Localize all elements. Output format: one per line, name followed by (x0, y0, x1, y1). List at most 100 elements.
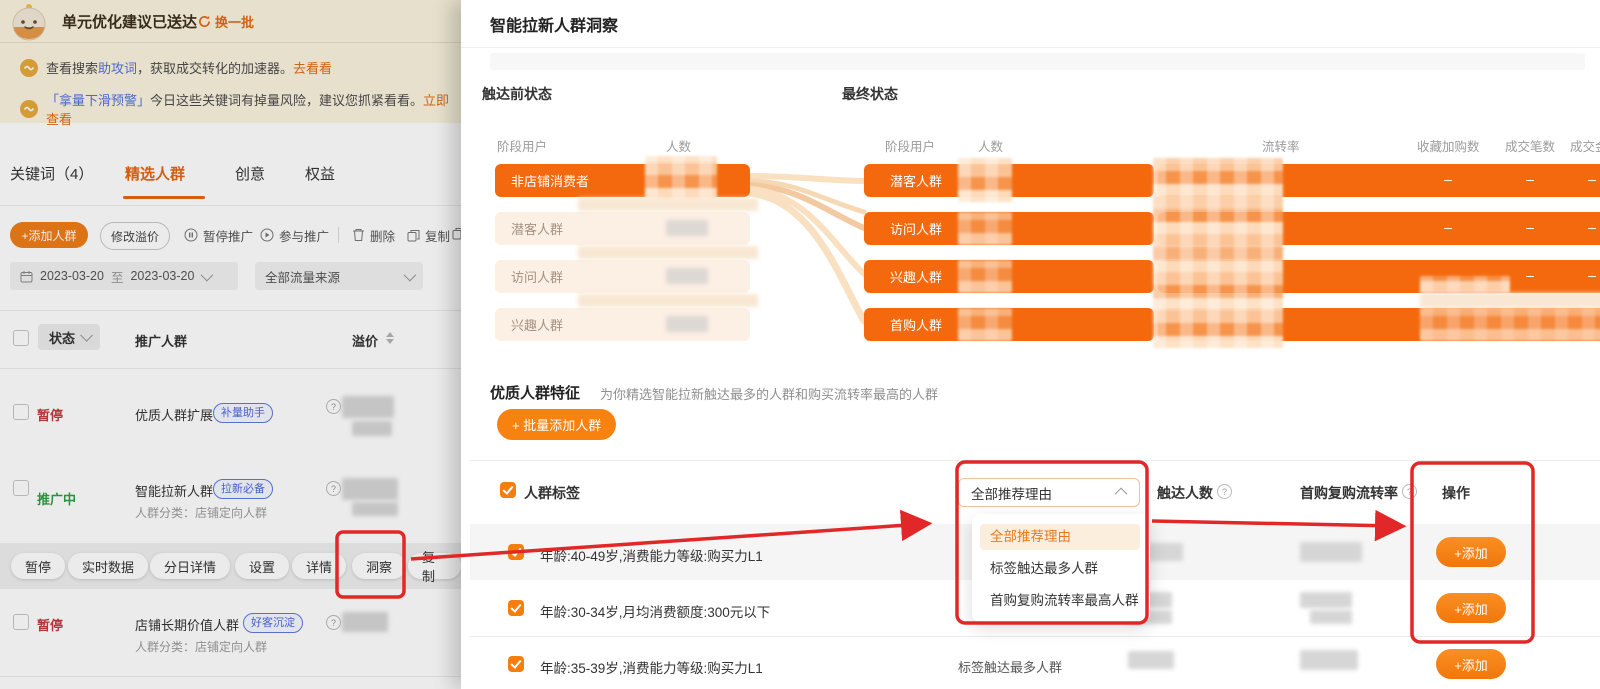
audience-tag: 年龄:35-39岁,消费能力等级:购买力L1 (540, 657, 763, 677)
add-audience-row-button[interactable]: +添加 (1436, 537, 1506, 567)
metric-dash: – (1588, 267, 1596, 283)
tab-audience[interactable]: 精选人群 (125, 163, 185, 184)
trash-icon (352, 228, 365, 242)
chevron-up-icon (1115, 488, 1128, 501)
redacted-count (958, 212, 1012, 245)
row-checkbox[interactable] (508, 656, 524, 672)
redacted-count (666, 268, 708, 284)
modify-premium-button[interactable]: 修改溢价 (100, 222, 170, 250)
help-icon[interactable]: ? (326, 481, 341, 496)
row-checkbox[interactable] (508, 544, 524, 560)
status-filter[interactable]: 状态 (38, 324, 100, 350)
join-promo-button[interactable]: 参与推广 (260, 222, 329, 248)
stage-bar-visit[interactable]: 访问人群 (495, 260, 750, 293)
go-see-link[interactable]: 去看看 (293, 61, 332, 76)
warning-link[interactable]: 「拿量下滑预警」 (46, 93, 150, 108)
keyword-link[interactable]: 助攻词 (98, 61, 137, 76)
dropdown-option-highest-conv[interactable]: 首购复购流转率最高人群 (980, 588, 1140, 614)
sort-icon[interactable] (386, 332, 394, 344)
metric-dash: – (1444, 219, 1452, 235)
copy-button[interactable]: 复制 (407, 222, 450, 248)
action-realtime[interactable]: 实时数据 (68, 553, 148, 579)
redacted-flow (578, 246, 758, 259)
redacted-value (1300, 650, 1358, 670)
row-checkbox[interactable] (13, 614, 29, 630)
add-audience-button[interactable]: +添加人群 (10, 222, 88, 248)
campaign-panel: 单元优化建议已送达 换一批 查看搜索助攻词，获取成交转化的加速器。去看看 (0, 0, 461, 689)
help-icon[interactable]: ? (326, 615, 341, 630)
redacted-value (1310, 610, 1352, 624)
redacted-metric (1420, 276, 1510, 293)
row-checkbox[interactable] (13, 404, 29, 420)
help-icon[interactable]: ? (1217, 484, 1232, 499)
refresh-batch-button[interactable]: 换一批 (198, 12, 254, 31)
action-pause[interactable]: 暂停 (11, 553, 65, 579)
redacted-value (342, 396, 394, 418)
pause-circle-icon (184, 228, 198, 242)
select-all-checkbox[interactable] (500, 482, 516, 498)
audience-name[interactable]: 店铺长期价值人群 (135, 615, 239, 634)
row-checkbox[interactable] (13, 480, 29, 496)
redacted-value (342, 612, 388, 632)
tab-creative[interactable]: 创意 (235, 163, 265, 184)
divider (338, 227, 339, 243)
divider (0, 310, 461, 311)
redacted-value (1300, 542, 1362, 562)
row-checkbox[interactable] (508, 600, 524, 616)
redacted-value (1300, 592, 1352, 608)
help-icon[interactable]: ? (1402, 484, 1417, 499)
suggestion-card: 单元优化建议已送达 换一批 查看搜索助攻词，获取成交转化的加速器。去看看 (0, 0, 461, 123)
batch-add-button[interactable]: + 批量添加人群 (497, 409, 616, 440)
divider (470, 460, 1600, 461)
tab-keywords[interactable]: 关键词（4） (10, 163, 93, 184)
pause-promo-button[interactable]: 暂停推广 (184, 222, 253, 248)
audience-name[interactable]: 优质人群扩展 (135, 405, 213, 424)
metric-dash: – (1444, 171, 1452, 187)
redacted-count (666, 316, 708, 332)
features-subtitle: 为你精选智能拉新触达最多的人群和购买流转率最高的人群 (600, 384, 938, 403)
divider (470, 636, 1600, 637)
tab-benefits[interactable]: 权益 (305, 163, 335, 184)
action-settings[interactable]: 设置 (235, 553, 289, 579)
action-insight[interactable]: 洞察 (352, 553, 406, 579)
redacted-count (958, 158, 1012, 202)
copy-icon (407, 229, 420, 242)
status-badge: 推广中 (37, 489, 76, 508)
play-circle-icon (260, 228, 274, 242)
redacted-flow (578, 294, 758, 307)
feature-badge: 补量助手 (213, 403, 273, 423)
chat-icon (20, 59, 38, 77)
add-audience-row-button[interactable]: +添加 (1436, 649, 1506, 679)
status-badge: 暂停 (37, 405, 63, 424)
column-header-premium[interactable]: 溢价 (352, 331, 378, 350)
action-copy[interactable]: 复制 (408, 553, 461, 579)
stage-bar-interest[interactable]: 兴趣人群 (495, 308, 750, 341)
dropdown-option-all[interactable]: 全部推荐理由 (980, 524, 1140, 550)
action-daily[interactable]: 分日详情 (150, 553, 230, 579)
traffic-source-select[interactable]: 全部流量来源 (255, 262, 423, 290)
date-range-picker[interactable]: 2023-03-20 至 2023-03-20 (10, 262, 238, 290)
col-audience-tag: 人群标签 (524, 483, 580, 503)
add-audience-row-button[interactable]: +添加 (1436, 593, 1506, 623)
dropdown-option-most-reached[interactable]: 标签触达最多人群 (980, 556, 1140, 582)
action-details[interactable]: 详情 (292, 553, 346, 579)
audience-name[interactable]: 智能拉新人群 (135, 481, 213, 500)
help-icon[interactable]: ? (326, 399, 341, 414)
reason-filter-select[interactable]: 全部推荐理由 (958, 478, 1140, 507)
chat-icon (20, 100, 38, 118)
redacted-value (1128, 651, 1174, 669)
insight-drawer: 智能拉新人群洞察 触达前状态 最终状态 阶段用户 人数 阶段用户 人数 流转率 … (461, 0, 1600, 689)
column-header-audience: 推广人群 (135, 331, 187, 350)
metric-dash: – (1526, 267, 1534, 283)
stage-bar-potential[interactable]: 潜客人群 (495, 212, 750, 245)
redacted-metric (1420, 308, 1600, 341)
chevron-down-icon (404, 268, 417, 281)
calendar-icon (20, 270, 33, 283)
metric-dash: – (1588, 219, 1596, 235)
redacted-value (352, 502, 398, 516)
feature-badge: 拉新必备 (213, 479, 273, 499)
divider (0, 205, 461, 206)
delete-button[interactable]: 删除 (352, 222, 395, 248)
redacted-count (958, 260, 1012, 293)
select-all-checkbox[interactable] (13, 330, 29, 346)
